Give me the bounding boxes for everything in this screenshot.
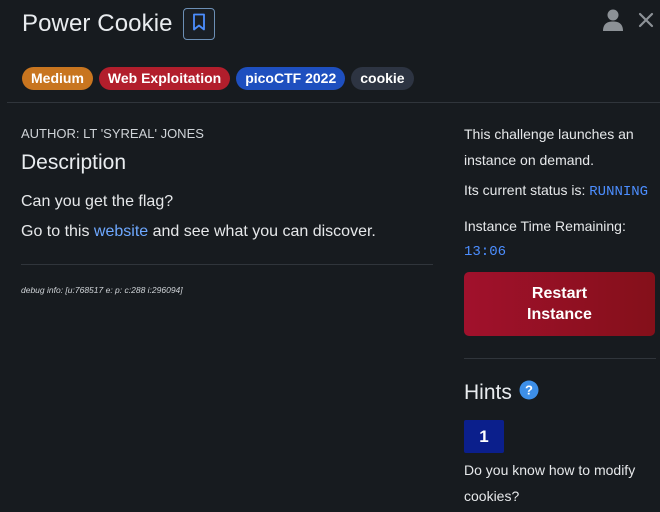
title-row: Power Cookie [22,6,215,42]
bookmark-icon [192,13,206,36]
difficulty-tag[interactable]: Medium [22,67,93,90]
hints-divider [464,358,656,359]
tag-list: Medium Web Exploitation picoCTF 2022 coo… [22,67,414,90]
restart-instance-button[interactable]: Restart Instance [464,272,655,336]
hints-heading: Hints [464,380,512,404]
debug-info: debug info: [u:768517 e: p: c:288 i:2960… [21,285,183,295]
user-icon[interactable] [602,8,624,37]
svg-text:?: ? [525,383,533,398]
time-remaining-label: Instance Time Remaining: [464,218,626,234]
description-divider [21,264,433,265]
hints-header: Hints ? [464,380,656,405]
help-icon[interactable]: ? [519,380,539,405]
instance-status-line: Its current status is: RUNNING [464,177,656,205]
hint-1-button[interactable]: 1 [464,420,504,453]
header-divider [7,102,660,103]
instance-launch-text: This challenge launches an instance on d… [464,126,634,168]
website-link[interactable]: website [94,223,148,240]
challenge-title: Power Cookie [22,10,173,37]
category-tag[interactable]: Web Exploitation [98,67,231,90]
time-remaining-value: 13:06 [464,244,507,260]
topic-tag[interactable]: cookie [351,67,414,90]
status-label: Its current status is: [464,182,590,198]
hint-text: Do you know how to modify cookies? [464,462,636,504]
description-heading: Description [21,151,127,174]
top-icons [602,8,654,37]
description-line-2-start: Go to this [21,223,94,240]
bookmark-button[interactable] [182,8,215,40]
description-line-1: Can you get the flag? [21,193,174,210]
description-panel: AUTHOR: LT 'SYREAL' JONES Description Ca… [21,125,433,295]
author-line: AUTHOR: LT 'SYREAL' JONES [21,126,204,141]
description-text: Can you get the flag? Go to this website… [21,187,433,247]
instance-panel: This challenge launches an instance on d… [464,121,656,509]
close-icon[interactable] [638,12,654,33]
status-value: RUNNING [589,184,649,200]
event-tag[interactable]: picoCTF 2022 [236,67,346,90]
description-line-2-end: and see what you can discover. [148,223,376,240]
description-line-2: Go to this website and see what you can … [21,217,433,247]
